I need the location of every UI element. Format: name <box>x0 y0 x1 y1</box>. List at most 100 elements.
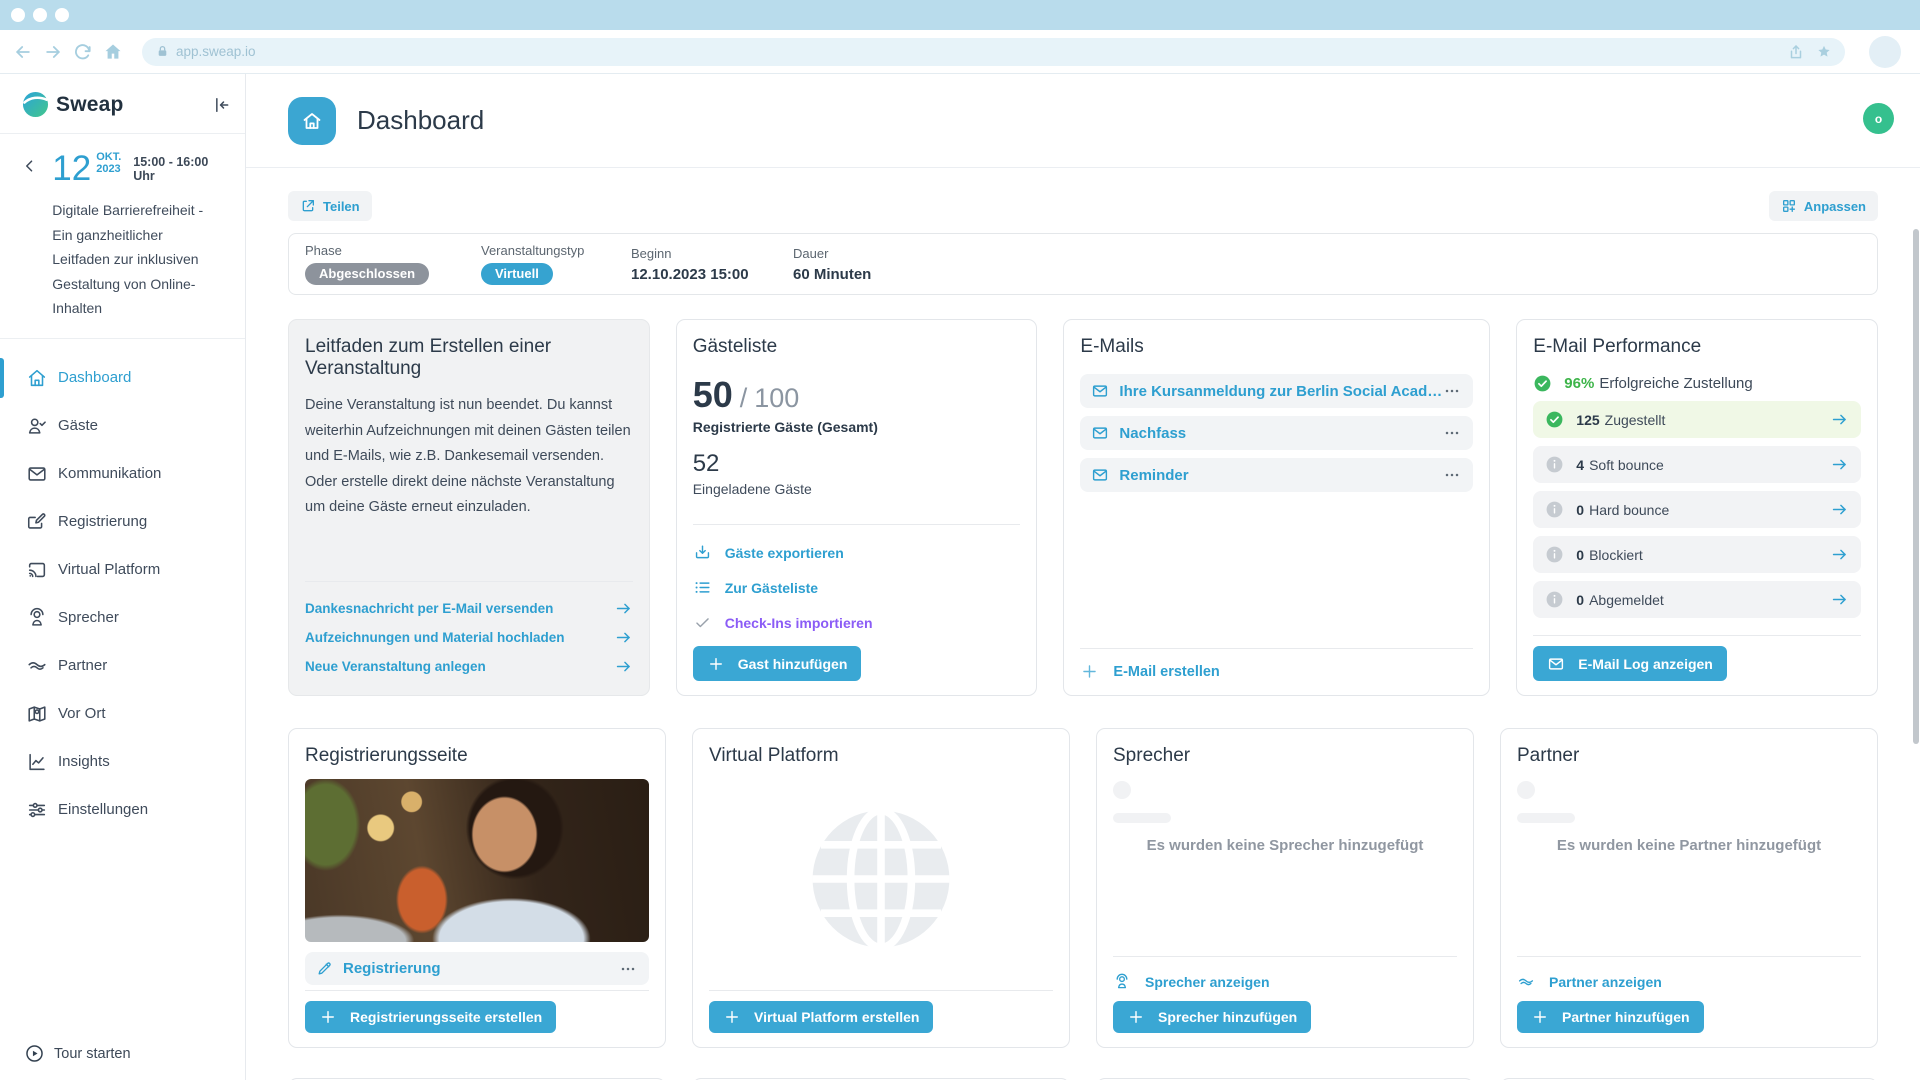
stat-value: 125 <box>1576 412 1599 428</box>
scrollbar-thumb[interactable] <box>1913 229 1919 744</box>
bookmark-star-icon[interactable] <box>1815 43 1833 61</box>
import-checkins-label: Check-Ins importieren <box>725 615 873 631</box>
clipped-card <box>1500 1078 1878 1080</box>
stat-row-hard-bounce[interactable]: 0 Hard bounce <box>1533 491 1861 528</box>
sidebar-item-insights[interactable]: Insights <box>0 738 245 786</box>
stat-value: 0 <box>1576 502 1584 518</box>
stat-row-soft-bounce[interactable]: 4 Soft bounce <box>1533 446 1861 483</box>
email-performance-card: E-Mail Performance 96% Erfolgreiche Zust… <box>1516 319 1878 696</box>
sidebar-item-label: Insights <box>58 753 110 770</box>
check-circle-icon <box>1533 374 1552 393</box>
forward-icon[interactable] <box>38 37 68 67</box>
show-partners-link[interactable]: Partner anzeigen <box>1517 967 1861 997</box>
speaker-icon <box>26 607 48 629</box>
guide-link-upload-material[interactable]: Aufzeichnungen und Material hochladen <box>305 623 633 652</box>
sidebar-item-gaeste[interactable]: Gäste <box>0 402 245 450</box>
sidebar-item-virtual-platform[interactable]: Virtual Platform <box>0 546 245 594</box>
window-close-button[interactable] <box>11 8 25 22</box>
sliders-icon <box>26 799 48 821</box>
more-options-icon[interactable] <box>1442 465 1462 485</box>
guest-list-title: Gästeliste <box>693 336 1021 358</box>
registered-count: 50 <box>693 374 733 416</box>
stat-row-unsubscribed[interactable]: 0 Abgemeldet <box>1533 581 1861 618</box>
guide-link-thanks-email[interactable]: Dankesnachricht per E-Mail versenden <box>305 594 633 623</box>
export-guests-link[interactable]: Gäste exportieren <box>693 535 1021 570</box>
plus-icon <box>1531 1008 1549 1026</box>
plus-icon <box>707 655 725 673</box>
sidebar-item-sprecher[interactable]: Sprecher <box>0 594 245 642</box>
guest-list-card: Gästeliste 50 / 100 Registrierte Gäste (… <box>676 319 1038 696</box>
email-item-label: Nachfass <box>1119 425 1186 442</box>
add-partner-button[interactable]: Partner hinzufügen <box>1517 1001 1704 1033</box>
back-icon[interactable] <box>8 37 38 67</box>
email-log-button[interactable]: E-Mail Log anzeigen <box>1533 646 1727 681</box>
share-button[interactable]: Teilen <box>288 191 372 221</box>
envelope-icon <box>1091 382 1109 400</box>
window-minimize-button[interactable] <box>33 8 47 22</box>
divider <box>305 581 633 582</box>
guide-link-label: Dankesnachricht per E-Mail versenden <box>305 601 553 616</box>
capacity-count: 100 <box>754 383 799 414</box>
invited-count: 52 <box>693 450 1021 478</box>
create-registration-page-label: Registrierungsseite erstellen <box>350 1009 542 1025</box>
sidebar-item-einstellungen[interactable]: Einstellungen <box>0 786 245 834</box>
phase-label: Phase <box>305 243 481 258</box>
guide-link-new-event[interactable]: Neue Veranstaltung anlegen <box>305 652 633 681</box>
address-bar[interactable]: app.sweap.io <box>142 38 1845 66</box>
stat-row-blocked[interactable]: 0 Blockiert <box>1533 536 1861 573</box>
page-header: Dashboard o <box>246 74 1920 168</box>
check-circle-icon <box>1545 410 1564 429</box>
sidebar-item-kommunikation[interactable]: Kommunikation <box>0 450 245 498</box>
list-icon <box>693 578 712 597</box>
goto-guest-list-link[interactable]: Zur Gästeliste <box>693 570 1021 605</box>
create-registration-page-button[interactable]: Registrierungsseite erstellen <box>305 1001 556 1033</box>
share-page-icon[interactable] <box>1787 43 1805 61</box>
sidebar-collapse-icon[interactable] <box>211 95 231 115</box>
email-item[interactable]: Reminder <box>1080 458 1473 492</box>
create-email-link[interactable]: E-Mail erstellen <box>1080 662 1473 681</box>
invited-label: Eingeladene Gäste <box>693 481 1021 497</box>
more-options-icon[interactable] <box>618 959 638 979</box>
add-guest-label: Gast hinzufügen <box>738 656 848 672</box>
clipped-card <box>1096 1078 1474 1080</box>
create-virtual-platform-button[interactable]: Virtual Platform erstellen <box>709 1001 933 1033</box>
customize-button[interactable]: Anpassen <box>1769 191 1878 221</box>
divider <box>709 990 1053 991</box>
home-nav-icon[interactable] <box>98 37 128 67</box>
plus-icon <box>319 1008 337 1026</box>
chevron-left-icon[interactable] <box>22 158 37 174</box>
import-checkins-link[interactable]: Check-Ins importieren <box>693 605 1021 640</box>
event-year: 2023 <box>96 163 121 175</box>
notification-badge[interactable]: o <box>1863 103 1894 134</box>
stat-label: Blockiert <box>1589 547 1643 563</box>
plus-icon <box>1127 1008 1145 1026</box>
divider <box>1113 956 1457 957</box>
add-speaker-button[interactable]: Sprecher hinzufügen <box>1113 1001 1311 1033</box>
arrow-right-icon <box>1830 590 1849 609</box>
home-icon <box>26 367 48 389</box>
sidebar-item-registrierung[interactable]: Registrierung <box>0 498 245 546</box>
sidebar-item-partner[interactable]: Partner <box>0 642 245 690</box>
more-options-icon[interactable] <box>1442 423 1462 443</box>
play-circle-icon <box>24 1043 45 1064</box>
speakers-empty-text: Es wurden keine Sprecher hinzugefügt <box>1113 837 1457 854</box>
add-guest-button[interactable]: Gast hinzufügen <box>693 646 862 681</box>
more-options-icon[interactable] <box>1442 381 1462 401</box>
email-log-label: E-Mail Log anzeigen <box>1578 656 1713 672</box>
stat-row-delivered[interactable]: 125 Zugestellt <box>1533 401 1861 438</box>
check-icon <box>693 613 712 632</box>
email-item[interactable]: Nachfass <box>1080 416 1473 450</box>
show-speakers-link[interactable]: Sprecher anzeigen <box>1113 967 1457 997</box>
tour-start-button[interactable]: Tour starten <box>24 1043 131 1064</box>
browser-profile-avatar[interactable] <box>1869 36 1901 68</box>
stat-value: 0 <box>1576 592 1584 608</box>
event-type-badge: Virtuell <box>481 263 553 285</box>
info-circle-icon <box>1545 545 1564 564</box>
sidebar-item-dashboard[interactable]: Dashboard <box>0 354 245 402</box>
window-zoom-button[interactable] <box>55 8 69 22</box>
reload-icon[interactable] <box>68 37 98 67</box>
sidebar-item-vor-ort[interactable]: Vor Ort <box>0 690 245 738</box>
email-item[interactable]: Ihre Kursanmeldung zur Berlin Social Aca… <box>1080 374 1473 408</box>
registration-link-row[interactable]: Registrierung <box>305 952 649 985</box>
sidebar-item-label: Vor Ort <box>58 705 106 722</box>
